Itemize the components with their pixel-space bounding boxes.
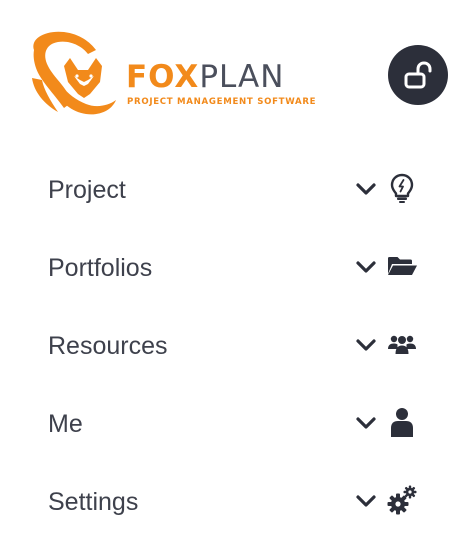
menu-item-project[interactable]: Project (0, 150, 474, 228)
brand-name-part2: PLAN (199, 59, 285, 95)
menu-item-portfolios[interactable]: Portfolios (0, 228, 474, 306)
chevron-down-icon[interactable] (355, 259, 377, 275)
menu-item-resources[interactable]: Resources (0, 306, 474, 384)
menu-item-label: Project (48, 176, 126, 204)
gears-icon (387, 485, 417, 515)
menu-item-settings[interactable]: Settings (0, 462, 474, 540)
brand-name-part1: FOX (126, 59, 200, 95)
menu-item-label: Settings (48, 488, 139, 516)
brand-name: FOXPLAN (126, 62, 284, 93)
folder-open-icon (388, 257, 417, 275)
lightbulb-icon (390, 173, 414, 203)
chevron-down-icon[interactable] (355, 337, 377, 353)
main-menu: Project Portfolios Resources Me Settings (0, 150, 474, 540)
user-icon (391, 408, 413, 437)
chevron-down-icon[interactable] (355, 181, 377, 197)
foxplan-logo[interactable]: FOXPLAN PROJECT MANAGEMENT SOFTWARE (24, 28, 364, 120)
menu-item-label: Portfolios (48, 254, 153, 282)
lock-toggle-button[interactable] (388, 45, 448, 105)
brand-tagline: PROJECT MANAGEMENT SOFTWARE (127, 97, 317, 107)
lock-open-icon (404, 61, 432, 89)
menu-item-me[interactable]: Me (0, 384, 474, 462)
users-icon (388, 335, 416, 354)
fox-logo-icon (32, 31, 116, 115)
chevron-down-icon[interactable] (355, 493, 377, 509)
chevron-down-icon[interactable] (355, 415, 377, 431)
menu-item-label: Resources (48, 332, 168, 360)
menu-item-label: Me (48, 410, 83, 438)
header: FOXPLAN PROJECT MANAGEMENT SOFTWARE (0, 0, 474, 140)
